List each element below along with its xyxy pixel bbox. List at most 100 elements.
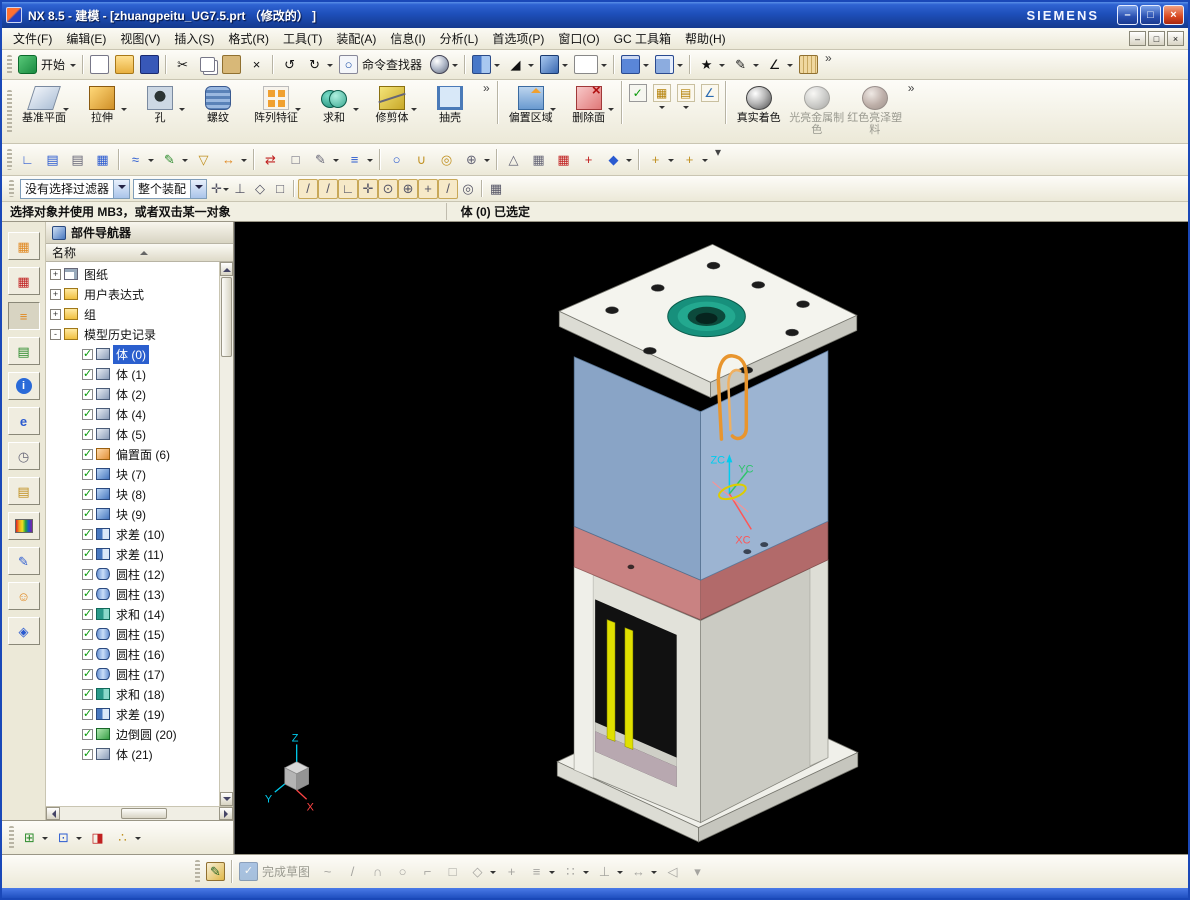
sketch-task-button[interactable]: ✎ (728, 53, 762, 77)
menu-item[interactable]: 信息(I) (383, 27, 432, 50)
dropdown-arrow-icon[interactable] (719, 63, 726, 70)
dropdown-arrow-icon[interactable] (179, 108, 185, 114)
toolbar-grip[interactable] (7, 90, 12, 133)
command-finder-button[interactable]: ○ 命令查找器 (336, 53, 427, 77)
minimize-button[interactable]: – (1117, 5, 1138, 25)
row3-overflow-chevron[interactable]: ▾ (711, 145, 725, 159)
mdi-close-button[interactable]: × (1167, 31, 1184, 46)
feature-checkbox[interactable] (82, 667, 93, 680)
arc-button[interactable]: ∩ (365, 860, 390, 884)
analysis-tool-button[interactable]: ◆ (601, 148, 635, 172)
navigator-more-button[interactable]: ∴ (110, 826, 144, 850)
feature-checkbox[interactable] (82, 527, 93, 540)
open-button[interactable] (112, 53, 137, 77)
feature-checkbox[interactable] (82, 507, 93, 520)
save-button[interactable] (137, 53, 162, 77)
feature-checkbox[interactable] (82, 487, 93, 500)
snap-existing-point-button[interactable]: + (418, 178, 439, 199)
feature-checkbox[interactable] (82, 367, 93, 380)
menu-item[interactable]: 帮助(H) (678, 27, 733, 50)
tree-row[interactable]: 求差 (19) (46, 704, 219, 724)
snap-end-point-button[interactable]: / (298, 178, 319, 199)
dropdown-arrow-icon[interactable] (42, 836, 48, 843)
synchronous-modeling-button[interactable]: ★ (694, 53, 728, 77)
tree-row[interactable]: 体 (21) (46, 744, 219, 764)
eraser-button[interactable]: □ (283, 148, 308, 172)
snap-quadrant-button[interactable]: ⊕ (398, 178, 419, 199)
edit-sketch-button[interactable]: ✎ (308, 148, 342, 172)
scrollbar-thumb[interactable] (121, 808, 167, 819)
dropdown-arrow-icon[interactable] (562, 63, 569, 70)
dropdown-arrow-icon[interactable] (63, 108, 69, 114)
dropdown-arrow-icon[interactable] (668, 158, 674, 165)
expand-toggle-icon[interactable]: + (50, 268, 61, 280)
scrollbar-thumb[interactable] (221, 277, 232, 357)
layer-category-button[interactable]: ▤ (674, 81, 698, 113)
assembly-navigator[interactable]: ▦ (7, 232, 40, 260)
dropdown-arrow-icon[interactable] (607, 108, 614, 114)
mold-assembly-model[interactable]: ZC YC XC Z X Y (235, 222, 1188, 854)
paste-button[interactable] (219, 53, 244, 77)
tree-row[interactable]: 圆柱 (15) (46, 624, 219, 644)
feature-checkbox[interactable] (82, 387, 93, 400)
cut-button[interactable]: ✂ (170, 53, 195, 77)
tree-row[interactable]: 块 (9) (46, 504, 219, 524)
trim-body-button[interactable]: 修剪体 (363, 81, 421, 142)
menu-item[interactable]: 工具(T) (276, 27, 329, 50)
dropdown-arrow-icon[interactable] (295, 108, 301, 114)
new-button[interactable] (87, 53, 112, 77)
toolbar-grip[interactable] (195, 859, 200, 884)
menu-item[interactable]: 编辑(E) (59, 27, 113, 50)
selection-scope-combo[interactable]: 整个装配 (133, 178, 208, 199)
dropdown-arrow-icon[interactable] (583, 870, 590, 877)
snap-control-point-button[interactable]: ∟ (338, 178, 359, 199)
maximize-button[interactable]: □ (1140, 5, 1161, 25)
dropdown-arrow-icon[interactable] (135, 836, 141, 843)
dropdown-arrow-icon[interactable] (76, 836, 82, 843)
feature-checkbox[interactable] (82, 447, 93, 460)
selection-filter-combo[interactable]: 没有选择过滤器 (20, 178, 131, 199)
dropdown-arrow-icon[interactable] (327, 63, 334, 70)
move-to-layer-button[interactable]: ▤ (40, 148, 65, 172)
chevron-down-icon[interactable] (113, 179, 130, 198)
tree-row[interactable]: + 图纸 (46, 264, 219, 284)
quick-add-1-button[interactable]: + (643, 148, 677, 172)
tree-row[interactable]: - 模型历史记录 (46, 324, 219, 344)
unite-button[interactable]: 求和 (305, 81, 363, 142)
snap-point-on-face-button[interactable]: ◎ (458, 179, 478, 199)
horizontal-scrollbar[interactable] (46, 806, 233, 820)
feature-checkbox[interactable] (82, 727, 93, 740)
shell-button[interactable]: 抽壳 (421, 81, 479, 142)
wave-geometry-linker-button[interactable]: ≈ (123, 148, 157, 172)
feature-checkbox[interactable] (82, 627, 93, 640)
expand-toggle-icon[interactable]: + (50, 308, 61, 320)
offset-region-button[interactable]: 偏置区域 (502, 81, 560, 142)
delete-button[interactable]: × (244, 53, 269, 77)
dropdown-arrow-icon[interactable] (411, 108, 417, 114)
circle-button[interactable]: ○ (390, 860, 415, 884)
table-annotation-button[interactable]: ▦ (526, 148, 551, 172)
dropdown-arrow-icon[interactable] (241, 158, 247, 165)
curve-lines-button[interactable]: ≡ (342, 148, 376, 172)
dropdown-arrow-icon[interactable] (490, 870, 497, 877)
hd3d-tools[interactable]: i (7, 372, 40, 400)
select-body-button[interactable]: □ (270, 179, 290, 199)
feature-overflow-chevron[interactable]: » (479, 81, 494, 95)
dropdown-arrow-icon[interactable] (70, 63, 77, 70)
view-layout-select[interactable] (571, 53, 610, 77)
dropdown-arrow-icon[interactable] (677, 63, 684, 70)
toolbar-grip[interactable] (7, 149, 12, 170)
more-sketch-button[interactable]: ▾ (685, 860, 710, 884)
vertical-scrollbar[interactable] (219, 262, 233, 806)
row1-overflow-chevron[interactable]: » (821, 51, 836, 65)
redo-button[interactable]: ↻ (302, 53, 336, 77)
layer-visible-in-view-button[interactable]: ▦ (90, 148, 115, 172)
bright-metal-material-button[interactable]: 光亮金属制色 (788, 81, 846, 142)
mirror-curve-button[interactable]: ◁ (660, 860, 685, 884)
grid-tool-button[interactable]: ▦ (551, 148, 576, 172)
datum-csys-button[interactable]: ∟ (15, 148, 40, 172)
menu-item[interactable]: GC 工具箱 (607, 27, 678, 50)
menu-item[interactable]: 分析(L) (433, 27, 486, 50)
feature-checkbox[interactable] (82, 547, 93, 560)
feature-checkbox[interactable] (82, 427, 93, 440)
